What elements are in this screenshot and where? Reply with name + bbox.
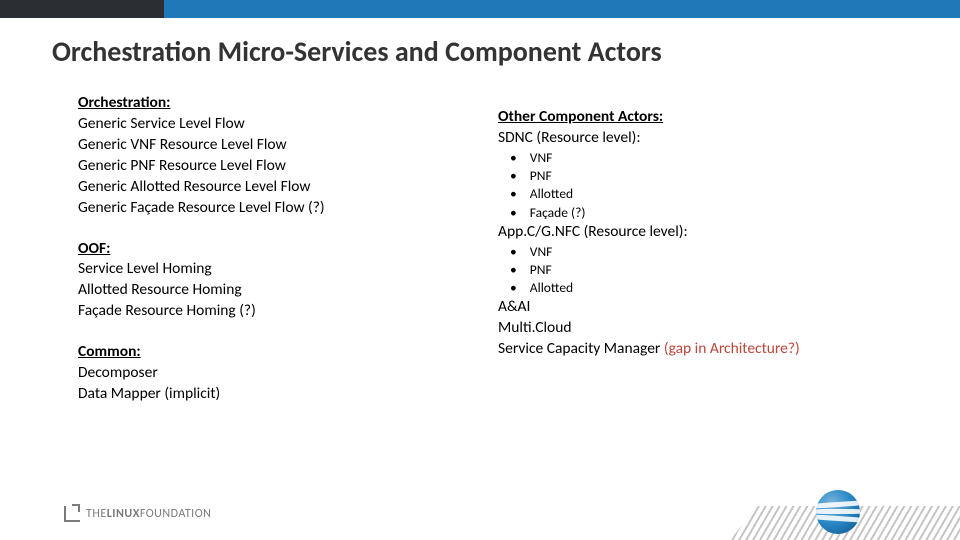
sdnc-b4: Façade (?) — [528, 204, 920, 222]
header-accent-bar — [52, 0, 960, 18]
appc-head: App.C/G.NFC (Resource level): — [498, 222, 920, 243]
oof-l3: Façade Resource Homing (?) — [78, 301, 478, 322]
oof-l2: Allotted Resource Homing — [78, 280, 478, 301]
sdnc-list: VNF PNF Allotted Façade (?) — [498, 149, 920, 222]
sdnc-head: SDNC (Resource level): — [498, 128, 920, 149]
orchestration-section: Orchestration: Generic Service Level Flo… — [78, 93, 478, 219]
other-actors-head: Other Component Actors: — [498, 107, 920, 128]
scm-line: Service Capacity Manager (gap in Archite… — [498, 339, 920, 360]
appc-b1: VNF — [528, 243, 920, 261]
scm-gap: (gap in Architecture?) — [664, 339, 800, 358]
orch-l4: Generic Allotted Resource Level Flow — [78, 177, 478, 198]
lf-icon — [64, 506, 80, 522]
appc-b2: PNF — [528, 261, 920, 279]
common-section: Common: Decomposer Data Mapper (implicit… — [78, 342, 478, 405]
lf-txt-3: FOUNDATION — [140, 507, 212, 521]
orch-l5: Generic Façade Resource Level Flow (?) — [78, 198, 478, 219]
sdnc-b3: Allotted — [528, 185, 920, 203]
orch-l1: Generic Service Level Flow — [78, 114, 478, 135]
multicloud-line: Multi.Cloud — [498, 318, 920, 339]
sdnc-b2: PNF — [528, 167, 920, 185]
common-l1: Decomposer — [78, 363, 478, 384]
header-dark-rect — [0, 0, 164, 18]
lf-txt-1: THE — [86, 507, 107, 521]
oof-head: OOF: — [78, 239, 478, 260]
common-head: Common: — [78, 342, 478, 363]
oof-l1: Service Level Homing — [78, 259, 478, 280]
sdnc-b1: VNF — [528, 149, 920, 167]
scm-pre: Service Capacity Manager — [498, 339, 664, 358]
oof-section: OOF: Service Level Homing Allotted Resou… — [78, 239, 478, 323]
att-globe-icon — [816, 490, 860, 534]
left-column: Orchestration: Generic Service Level Flo… — [78, 93, 498, 425]
page-title: Orchestration Micro-Services and Compone… — [52, 34, 960, 69]
common-l2: Data Mapper (implicit) — [78, 384, 478, 405]
lf-txt-2: LINUX — [107, 507, 140, 521]
appc-list: VNF PNF Allotted — [498, 243, 920, 298]
aai-line: A&AI — [498, 297, 920, 318]
linux-foundation-logo: THELINUXFOUNDATION — [64, 506, 211, 522]
orch-l2: Generic VNF Resource Level Flow — [78, 135, 478, 156]
appc-b3: Allotted — [528, 279, 920, 297]
right-column: Other Component Actors: SDNC (Resource l… — [498, 93, 920, 425]
orchestration-head: Orchestration: — [78, 93, 478, 114]
orch-l3: Generic PNF Resource Level Flow — [78, 156, 478, 177]
